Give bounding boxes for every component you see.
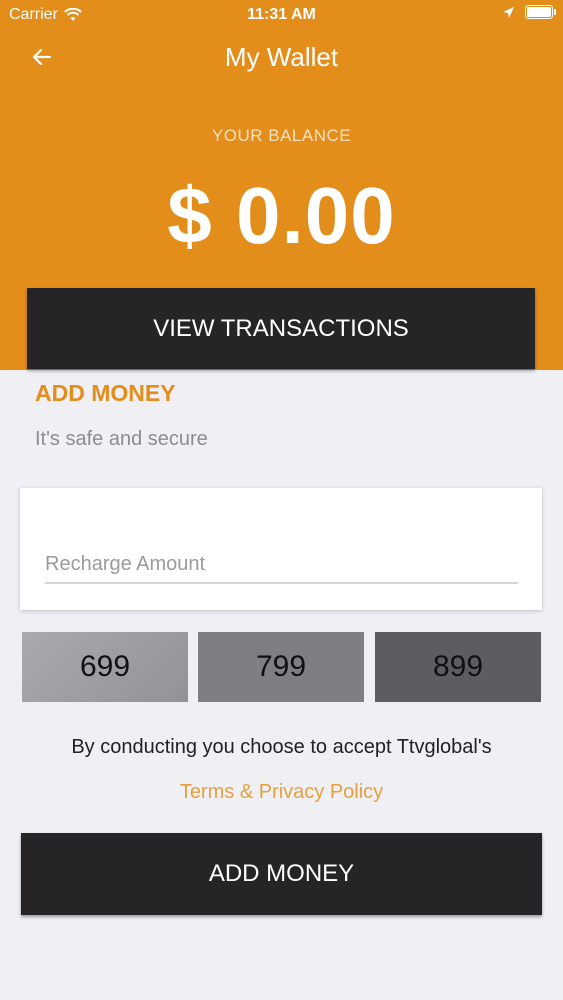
preset-amounts: 699 799 899	[22, 632, 541, 702]
terms-text: By conducting you choose to accept Ttvgl…	[71, 736, 492, 758]
page-title: My Wallet	[224, 42, 339, 72]
nav-bar: My Wallet	[0, 38, 563, 78]
safe-secure-text: It's safe and secure	[35, 428, 208, 450]
status-time: 11:31 AM	[247, 6, 316, 23]
preset-amount-button[interactable]: 899	[375, 632, 541, 702]
add-money-heading: ADD MONEY	[35, 380, 176, 406]
status-right	[502, 5, 556, 19]
status-bar: Carrier 11:31 AM	[0, 0, 563, 30]
location-arrow-icon	[503, 6, 514, 18]
recharge-amount-card	[20, 488, 542, 610]
battery-icon	[525, 5, 556, 19]
balance-value: $ 0.00	[167, 171, 396, 260]
recharge-amount-input[interactable]	[45, 546, 518, 584]
add-money-button[interactable]: ADD MONEY	[21, 833, 542, 915]
balance-label: YOUR BALANCE	[211, 126, 352, 145]
preset-amount-button[interactable]: 699	[22, 632, 188, 702]
terms-privacy-link[interactable]: Terms & Privacy Policy	[0, 781, 563, 804]
view-transactions-button[interactable]: VIEW TRANSACTIONS	[27, 288, 535, 369]
preset-amount-button[interactable]: 799	[198, 632, 364, 702]
